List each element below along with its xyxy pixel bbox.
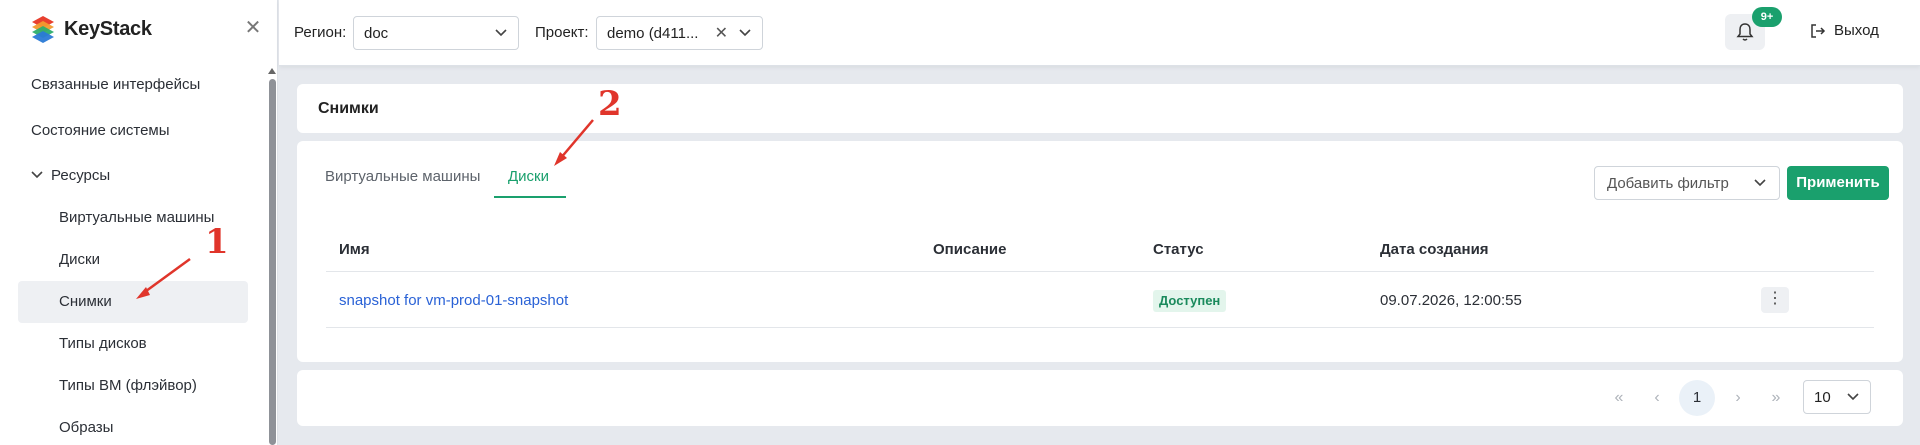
logout-button[interactable]: Выход <box>1810 22 1879 39</box>
region-value: doc <box>364 24 389 42</box>
column-header-description[interactable]: Описание <box>933 241 1006 258</box>
sidebar-item-label: Образы <box>59 419 114 436</box>
sidebar: KeyStack ✕ Связанные интерфейсы Состояни… <box>0 0 278 445</box>
sidebar-item-images[interactable]: Образы <box>18 407 248 445</box>
logout-icon <box>1811 23 1826 38</box>
project-label: Проект: <box>535 24 589 41</box>
sidebar-item-label: Ресурсы <box>51 167 111 184</box>
snapshot-created-date: 09.07.2026, 12:00:55 <box>1380 292 1522 309</box>
chevron-down-icon <box>495 29 507 37</box>
row-actions-kebab-icon[interactable]: ⋮ <box>1761 287 1789 313</box>
project-value: demo (d411... <box>607 24 699 42</box>
tab-virtual-machines[interactable]: Виртуальные машины <box>325 168 480 185</box>
sidebar-item-label: Снимки <box>59 293 112 310</box>
sidebar-close-icon[interactable]: ✕ <box>243 18 263 38</box>
sidebar-item-label: Типы ВМ (флэйвор) <box>59 377 197 394</box>
sidebar-item-label: Состояние системы <box>31 122 170 139</box>
sidebar-item-system-state[interactable]: Состояние системы <box>18 110 248 152</box>
clear-icon[interactable]: ✕ <box>715 23 728 43</box>
logo[interactable]: KeyStack <box>30 15 152 43</box>
chevron-down-icon <box>1847 393 1859 401</box>
apply-button[interactable]: Применить <box>1787 166 1889 200</box>
sidebar-item-resources[interactable]: Ресурсы <box>18 155 248 197</box>
bell-icon <box>1736 23 1754 41</box>
page-size-value: 10 <box>1814 388 1831 406</box>
sidebar-item-vm-flavors[interactable]: Типы ВМ (флэйвор) <box>18 365 248 407</box>
active-tab-indicator <box>494 196 566 198</box>
sidebar-item-linked-interfaces[interactable]: Связанные интерфейсы <box>18 64 248 106</box>
sidebar-item-label: Связанные интерфейсы <box>31 76 201 93</box>
page-number-current[interactable]: 1 <box>1679 380 1715 416</box>
page-title: Снимки <box>318 100 379 117</box>
prev-page-icon[interactable]: ‹ <box>1641 381 1673 415</box>
region-label: Регион: <box>294 24 347 41</box>
status-badge: Доступен <box>1153 290 1227 312</box>
page-title-card: Снимки <box>297 84 1903 133</box>
project-select[interactable]: demo (d411... ✕ <box>596 16 763 50</box>
sidebar-scrollbar[interactable] <box>268 64 276 445</box>
notifications-badge: 9+ <box>1752 7 1782 27</box>
sidebar-item-label: Диски <box>59 251 100 268</box>
last-page-icon[interactable]: » <box>1760 381 1792 415</box>
sidebar-item-label: Виртуальные машины <box>59 209 215 226</box>
top-header: Регион: doc Проект: demo (d411... ✕ <box>279 0 1920 66</box>
scroll-up-icon[interactable] <box>268 68 276 74</box>
chevron-down-icon <box>739 29 751 37</box>
table-divider <box>326 271 1874 272</box>
chevron-down-icon <box>1754 179 1766 187</box>
sidebar-item-label: Типы дисков <box>59 335 147 352</box>
sidebar-item-snapshots[interactable]: Снимки <box>18 281 248 323</box>
annotation-marker-2: 2 <box>598 84 622 124</box>
snapshot-name-link[interactable]: snapshot for vm-prod-01-snapshot <box>339 292 568 309</box>
chevron-down-icon <box>31 171 43 179</box>
first-page-icon[interactable]: « <box>1603 381 1635 415</box>
add-filter-label: Добавить фильтр <box>1607 174 1729 192</box>
brand-name: KeyStack <box>64 17 152 40</box>
table-divider <box>326 327 1874 328</box>
column-header-created[interactable]: Дата создания <box>1380 241 1489 258</box>
region-select[interactable]: doc <box>353 16 519 50</box>
column-header-name[interactable]: Имя <box>339 241 370 258</box>
scrollbar-thumb[interactable] <box>269 79 276 445</box>
annotation-marker-1: 1 <box>205 222 229 262</box>
logout-label: Выход <box>1834 22 1879 39</box>
sidebar-item-disk-types[interactable]: Типы дисков <box>18 323 248 365</box>
add-filter-select[interactable]: Добавить фильтр <box>1594 166 1780 200</box>
page-size-select[interactable]: 10 <box>1803 380 1871 414</box>
next-page-icon[interactable]: › <box>1722 381 1754 415</box>
column-header-status[interactable]: Статус <box>1153 241 1204 258</box>
keystack-logo-icon <box>32 16 54 43</box>
tab-disks[interactable]: Диски <box>508 168 549 185</box>
